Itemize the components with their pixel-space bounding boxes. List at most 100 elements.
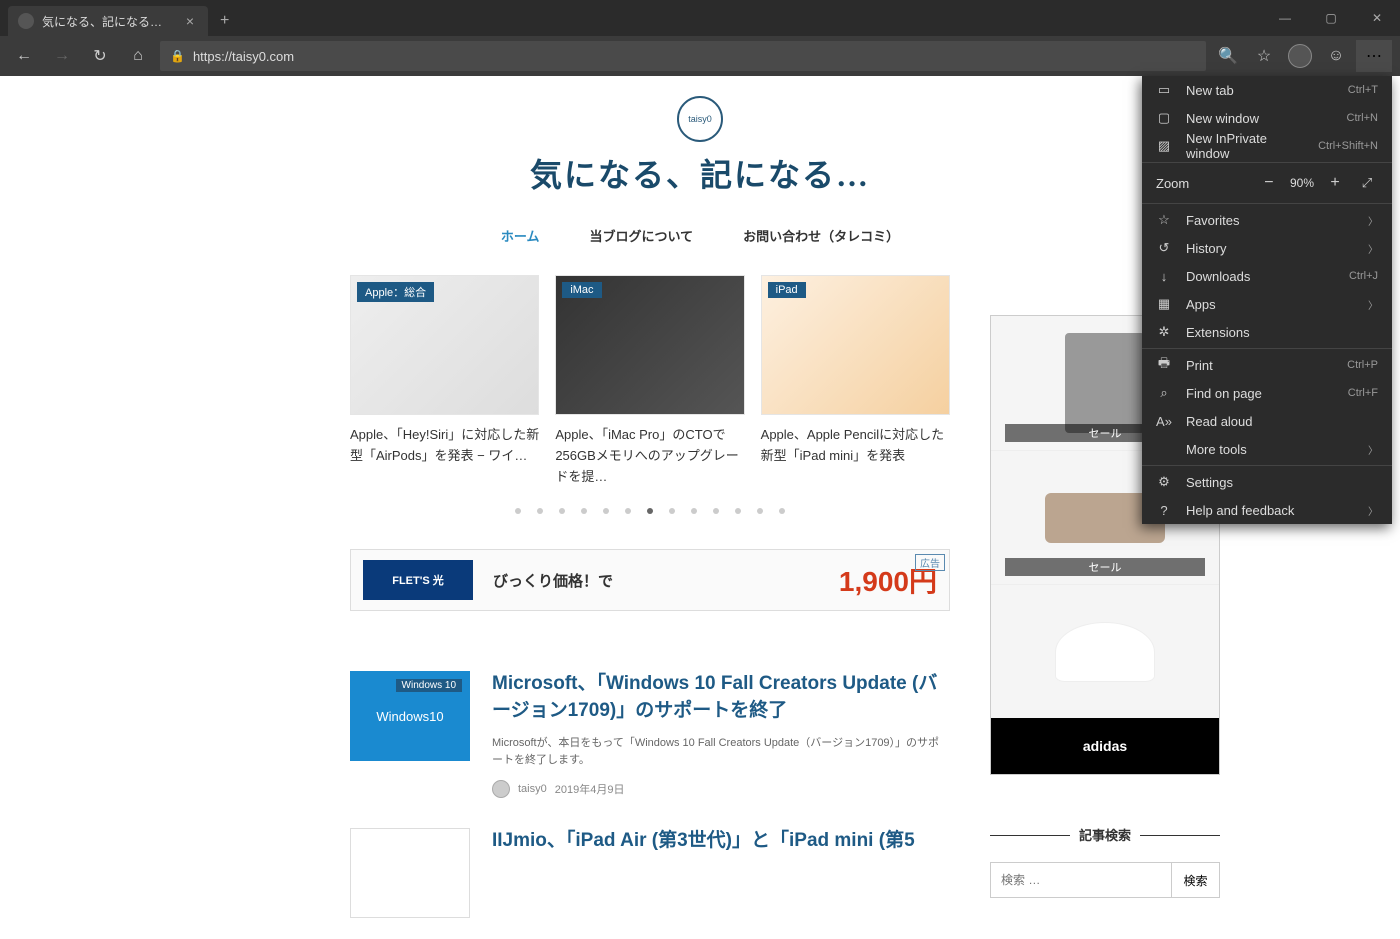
address-bar[interactable]: 🔒 https://taisy0.com (160, 41, 1206, 71)
dot[interactable] (581, 508, 587, 514)
menu-more-tools[interactable]: More tools 〉 (1142, 435, 1392, 463)
thumb-tag: Windows 10 (396, 679, 462, 692)
carousel-dots (350, 501, 950, 519)
article-title[interactable]: IIJmio、「iPad Air (第3世代)」と「iPad mini (第5 (492, 828, 950, 855)
author-name: taisy0 (518, 783, 547, 795)
menu-downloads[interactable]: ↓ Downloads Ctrl+J (1142, 262, 1392, 290)
main-nav: ホーム 当ブログについて お問い合わせ（タレコミ） (140, 226, 1260, 245)
nav-contact[interactable]: お問い合わせ（タレコミ） (743, 226, 899, 245)
apps-icon: ▦ (1156, 296, 1172, 312)
zoom-in-button[interactable]: + (1324, 174, 1346, 192)
zoom-value: 90% (1290, 176, 1314, 190)
menu-zoom: Zoom − 90% + ⤢ (1142, 165, 1392, 201)
new-window-icon: ▢ (1156, 110, 1172, 126)
category-tag: iMac (562, 282, 601, 298)
help-icon: ? (1156, 503, 1172, 518)
menu-help[interactable]: ? Help and feedback 〉 (1142, 496, 1392, 524)
ad-brand: adidas (991, 718, 1219, 774)
zoom-out-button[interactable]: − (1258, 174, 1280, 192)
window-controls: — ▢ ✕ (1262, 0, 1400, 36)
nav-about[interactable]: 当ブログについて (589, 226, 693, 245)
card-title: Apple、Apple Pencilに対応した新型「iPad mini」を発表 (761, 425, 950, 467)
nav-home[interactable]: ホーム (501, 226, 540, 245)
carousel-card[interactable]: iMac Apple、「iMac Pro」のCTOで256GBメモリへのアップグ… (555, 275, 744, 487)
print-icon: 🖶 (1156, 354, 1172, 376)
dot[interactable] (559, 508, 565, 514)
chevron-right-icon: 〉 (1368, 241, 1378, 256)
carousel-card[interactable]: Apple：総合 Apple、「Hey!Siri」に対応した新型「AirPods… (350, 275, 539, 487)
dot[interactable] (713, 508, 719, 514)
refresh-button[interactable]: ↻ (84, 40, 116, 72)
menu-settings[interactable]: ⚙ Settings (1142, 468, 1392, 496)
ad-label: 広告 (915, 554, 945, 571)
article-thumb (350, 828, 470, 918)
menu-apps[interactable]: ▦ Apps 〉 (1142, 290, 1392, 318)
new-tab-button[interactable]: + (208, 12, 241, 30)
home-button[interactable]: ⌂ (122, 40, 154, 72)
search-input[interactable] (990, 862, 1172, 898)
article-excerpt: Microsoftが、本日をもって「Windows 10 Fall Creato… (492, 735, 950, 770)
back-button[interactable]: ← (8, 40, 40, 72)
site-header: taisy0 気になる、記になる… (140, 96, 1260, 196)
menu-find[interactable]: ⌕ Find on page Ctrl+F (1142, 379, 1392, 407)
dot[interactable] (647, 508, 653, 514)
url-text: https://taisy0.com (193, 49, 294, 64)
menu-extensions[interactable]: ✲ Extensions (1142, 318, 1392, 346)
dot[interactable] (669, 508, 675, 514)
menu-new-inprivate[interactable]: ▨ New InPrivate window Ctrl+Shift+N (1142, 132, 1392, 160)
more-menu-button[interactable]: ⋯ (1356, 40, 1392, 72)
search-button[interactable]: 検索 (1172, 862, 1220, 898)
maximize-button[interactable]: ▢ (1308, 0, 1354, 36)
dot[interactable] (735, 508, 741, 514)
dot[interactable] (625, 508, 631, 514)
thumb-text: Windows10 (376, 709, 443, 724)
ad-text: びっくり価格！で (493, 570, 613, 591)
favorite-icon[interactable]: ☆ (1248, 40, 1280, 72)
site-logo[interactable]: taisy0 (677, 96, 723, 142)
more-menu-dropdown: ▭ New tab Ctrl+T ▢ New window Ctrl+N ▨ N… (1142, 76, 1392, 524)
site-title[interactable]: 気になる、記になる… (140, 150, 1260, 196)
dot[interactable] (603, 508, 609, 514)
menu-history[interactable]: ↺ History 〉 (1142, 234, 1392, 262)
menu-new-window[interactable]: ▢ New window Ctrl+N (1142, 104, 1392, 132)
dot[interactable] (537, 508, 543, 514)
search-form: 検索 (990, 862, 1220, 898)
sale-label: セール (1005, 558, 1205, 576)
dot[interactable] (757, 508, 763, 514)
category-tag: iPad (768, 282, 806, 298)
ad-slot (991, 584, 1219, 718)
fullscreen-button[interactable]: ⤢ (1356, 175, 1378, 191)
history-icon: ↺ (1156, 240, 1172, 256)
banner-ad[interactable]: 広告 FLET'S 光 びっくり価格！で 1,900円 (350, 549, 950, 611)
chevron-right-icon: 〉 (1368, 297, 1378, 312)
menu-new-tab[interactable]: ▭ New tab Ctrl+T (1142, 76, 1392, 104)
article-item[interactable]: Windows 10 Windows10 Microsoft、「Windows … (350, 671, 950, 797)
article-byline: taisy0 2019年4月9日 (492, 780, 950, 798)
minimize-button[interactable]: — (1262, 0, 1308, 36)
tab-close-icon[interactable]: × (182, 13, 198, 29)
zoom-icon[interactable]: 🔍 (1212, 40, 1244, 72)
read-aloud-icon: A» (1156, 414, 1172, 429)
feedback-icon[interactable]: ☺ (1320, 40, 1352, 72)
forward-button[interactable]: → (46, 40, 78, 72)
article-item[interactable]: IIJmio、「iPad Air (第3世代)」と「iPad mini (第5 (350, 828, 950, 918)
profile-avatar[interactable] (1284, 40, 1316, 72)
close-window-button[interactable]: ✕ (1354, 0, 1400, 36)
tab-title: 気になる、記になる… (42, 13, 182, 30)
dot[interactable] (691, 508, 697, 514)
dot[interactable] (515, 508, 521, 514)
dot[interactable] (779, 508, 785, 514)
card-title: Apple、「Hey!Siri」に対応した新型「AirPods」を発表 − ワイ… (350, 425, 539, 467)
browser-tab[interactable]: 気になる、記になる… × (8, 6, 208, 36)
article-title[interactable]: Microsoft、「Windows 10 Fall Creators Upda… (492, 671, 950, 724)
download-icon: ↓ (1156, 269, 1172, 284)
menu-favorites[interactable]: ☆ Favorites 〉 (1142, 206, 1392, 234)
chevron-right-icon: 〉 (1368, 503, 1378, 518)
titlebar: 気になる、記になる… × + — ▢ ✕ (0, 0, 1400, 36)
carousel-card[interactable]: iPad Apple、Apple Pencilに対応した新型「iPad mini… (761, 275, 950, 487)
menu-print[interactable]: 🖶 Print Ctrl+P (1142, 351, 1392, 379)
lock-icon: 🔒 (170, 49, 185, 63)
tab-favicon (18, 13, 34, 29)
menu-read-aloud[interactable]: A» Read aloud (1142, 407, 1392, 435)
chevron-right-icon: 〉 (1368, 442, 1378, 457)
